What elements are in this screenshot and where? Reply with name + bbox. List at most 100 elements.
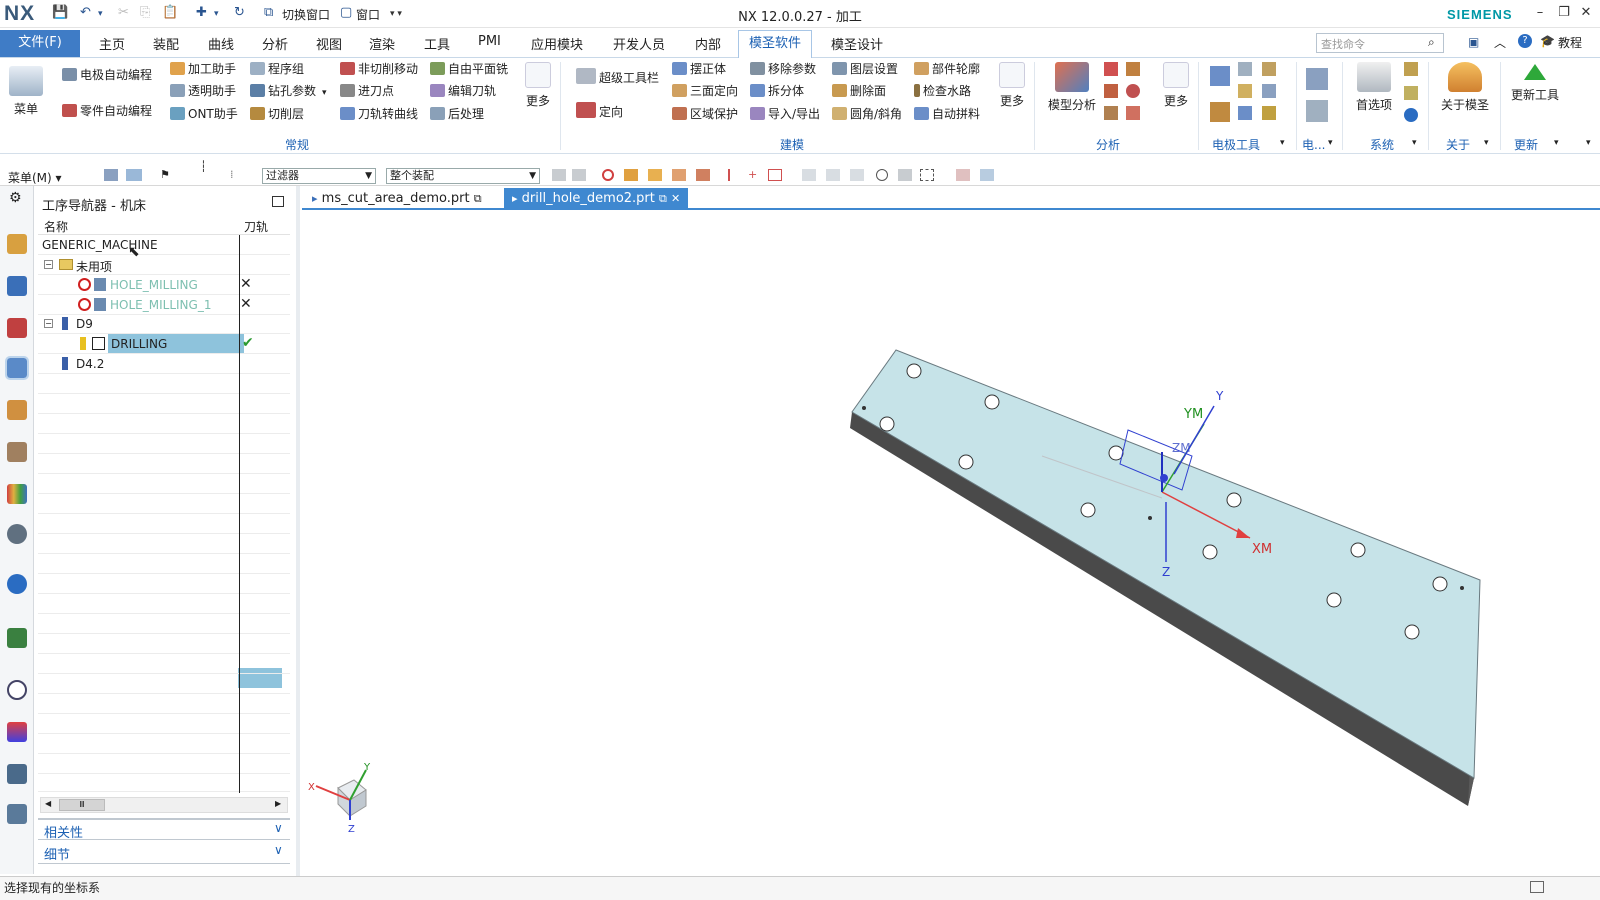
pin-icon[interactable]: ┆ (200, 160, 207, 173)
fullscreen-icon[interactable]: ▣ (1468, 35, 1479, 49)
collapse-icon[interactable]: − (44, 319, 53, 328)
free-face-mill-button[interactable]: 自由平面铣 (430, 60, 508, 78)
scrollbar-thumb[interactable]: Ⅲ (59, 799, 105, 811)
tab-home[interactable]: 主页 (99, 34, 125, 53)
close-icon[interactable]: ✕ (1576, 5, 1596, 20)
kg-icon[interactable] (1104, 62, 1118, 76)
scope-select[interactable]: 整个装配 ▼ (386, 168, 540, 184)
post-process-button[interactable]: 后处理 (430, 105, 484, 123)
close-tab-icon[interactable]: ✕ (671, 192, 680, 205)
menu-big-button[interactable]: 菜单 (6, 66, 46, 117)
search-input[interactable]: 查找命令 (1316, 33, 1444, 53)
chevron-down-icon[interactable]: ∨ (274, 821, 283, 835)
transparent-helper-button[interactable]: 透明助手 (170, 82, 236, 100)
tab-mosheng-software[interactable]: 模圣软件 (738, 30, 813, 58)
orient-button[interactable]: 定向 (576, 102, 623, 120)
tree-row-drilling[interactable]: DRILLING ✔ (38, 334, 290, 688)
status-window-icon[interactable] (1530, 881, 1544, 893)
select-tool-icon[interactable] (104, 169, 118, 181)
cut-layer-button[interactable]: 切削层 (250, 105, 304, 123)
electric-grid-icon[interactable] (1306, 100, 1328, 122)
more-modeling-button[interactable]: 更多 (994, 62, 1030, 109)
menu-dropdown-button[interactable]: 菜单(M) ▾ (8, 169, 62, 186)
box-select-icon[interactable] (768, 169, 782, 181)
chevron-down-icon[interactable]: ∨ (274, 843, 283, 857)
help-icon[interactable]: ? (1518, 34, 1532, 48)
electrode-tool-icon[interactable] (1210, 66, 1230, 86)
super-toolbar-button[interactable]: 超级工具栏 (576, 68, 659, 86)
tutorial-cap-icon[interactable]: 🎓 (1540, 34, 1555, 48)
tree-row-d9[interactable]: − D9 (38, 314, 290, 334)
web-browser-icon[interactable] (7, 628, 27, 648)
popout-icon[interactable]: ⧉ (474, 192, 482, 205)
tree-row-hole-milling-1[interactable]: HOLE_MILLING_1 ✕ (38, 295, 290, 315)
analysis-small-icons[interactable] (1104, 62, 1144, 126)
tree-row-unused[interactable]: − 未用项 (38, 255, 290, 275)
tab-analysis[interactable]: 分析 (262, 34, 288, 53)
constraint-navigator-icon[interactable] (7, 276, 27, 296)
collapse-ribbon-icon[interactable]: ︿ (1494, 34, 1506, 51)
marquee-select-icon[interactable] (920, 169, 934, 181)
layer-settings-button[interactable]: 图层设置 (832, 60, 898, 78)
feature-select-icon[interactable] (672, 169, 686, 181)
file-tab-ms-cut-area[interactable]: ▸ ms_cut_area_demo.prt ⧉ (304, 188, 490, 210)
about-group-dropdown-icon[interactable]: ▾ (1484, 138, 1489, 148)
view-select-icon[interactable] (826, 169, 840, 181)
non-cut-move-button[interactable]: 非切削移动 (340, 60, 418, 78)
fillet-chamfer-button[interactable]: 圆角/斜角 (832, 105, 902, 123)
electrode-small-icon[interactable] (1238, 84, 1252, 98)
preferences-button[interactable]: 首选项 (1350, 62, 1398, 113)
operation-navigator-icon[interactable] (5, 356, 29, 380)
measure-icon[interactable] (1126, 62, 1140, 76)
graphics-viewport[interactable]: XM YM ZM Y Z X Y Z (302, 212, 1600, 874)
tab-tools[interactable]: 工具 (424, 34, 450, 53)
box-icon[interactable] (1104, 106, 1118, 120)
electrode-box-icon[interactable] (1210, 102, 1230, 122)
details-section[interactable]: 细节 ∨ (38, 842, 290, 864)
settings-gear-icon[interactable]: ⚙ (9, 190, 22, 206)
panel-splitter[interactable] (296, 186, 300, 876)
system-help-icon[interactable] (1404, 108, 1418, 122)
ribbon-options-icon[interactable]: ▾ (1586, 138, 1591, 148)
filter-select[interactable]: 过滤器 ▼ (262, 168, 376, 184)
view-eye-icon[interactable] (7, 524, 27, 544)
column-name-header[interactable]: 名称 (44, 218, 68, 235)
model-analysis-button[interactable]: 模型分析 (1044, 62, 1100, 113)
model-view[interactable]: XM YM ZM Y Z X Y Z (302, 212, 1600, 874)
part-outline-button[interactable]: 部件轮廓 (914, 60, 980, 78)
tutorial-button[interactable]: 教程 (1558, 34, 1582, 51)
zone-protect-button[interactable]: 区域保护 (672, 105, 738, 123)
body-select-icon[interactable] (648, 169, 662, 181)
assembly-navigator-icon[interactable] (7, 234, 27, 254)
more-general-button[interactable]: 更多 (520, 62, 556, 109)
info-icon[interactable] (7, 574, 27, 594)
wcs-origin[interactable] (1160, 474, 1168, 482)
angle-icon[interactable] (1126, 84, 1140, 98)
tab-curve[interactable]: 曲线 (208, 34, 234, 53)
color-face-icon[interactable] (1104, 84, 1118, 98)
marker-icon[interactable]: ⚑ (160, 168, 170, 181)
align-body-button[interactable]: 摆正体 (672, 60, 726, 78)
more-analysis-button[interactable]: 更多 (1158, 62, 1194, 109)
snap-tool-icon[interactable] (126, 169, 142, 181)
machining-helper-button[interactable]: 加工助手 (170, 60, 236, 78)
scroll-right-icon[interactable]: ▶ (275, 799, 281, 808)
measure-select-icon[interactable] (898, 169, 912, 181)
tree-row-d42[interactable]: D4.2 (38, 354, 290, 374)
electrode-small-icon[interactable] (1238, 62, 1252, 76)
feed-point-button[interactable]: 进刀点 (340, 82, 394, 100)
electric-icon[interactable] (1306, 68, 1328, 90)
layer-select-icon[interactable] (980, 169, 994, 181)
dependencies-section[interactable]: 相关性 ∨ (38, 818, 290, 841)
electrode-group-dropdown-icon[interactable]: ▾ (1280, 138, 1285, 148)
selection-icon-strip[interactable]: + (552, 169, 1012, 182)
curve-select-icon[interactable] (728, 169, 740, 181)
electrode-small-icon[interactable] (1262, 62, 1276, 76)
color-select-icon[interactable] (956, 169, 970, 181)
maximize-panel-icon[interactable] (272, 196, 284, 207)
circle-select-icon[interactable] (876, 169, 888, 181)
horizontal-scrollbar[interactable]: ◀ Ⅲ ▶ (40, 797, 288, 813)
tab-mosheng-design[interactable]: 模圣设计 (831, 34, 883, 53)
update-tools-button[interactable]: 更新工具 (1506, 62, 1564, 103)
lock-icon[interactable] (1404, 86, 1418, 100)
